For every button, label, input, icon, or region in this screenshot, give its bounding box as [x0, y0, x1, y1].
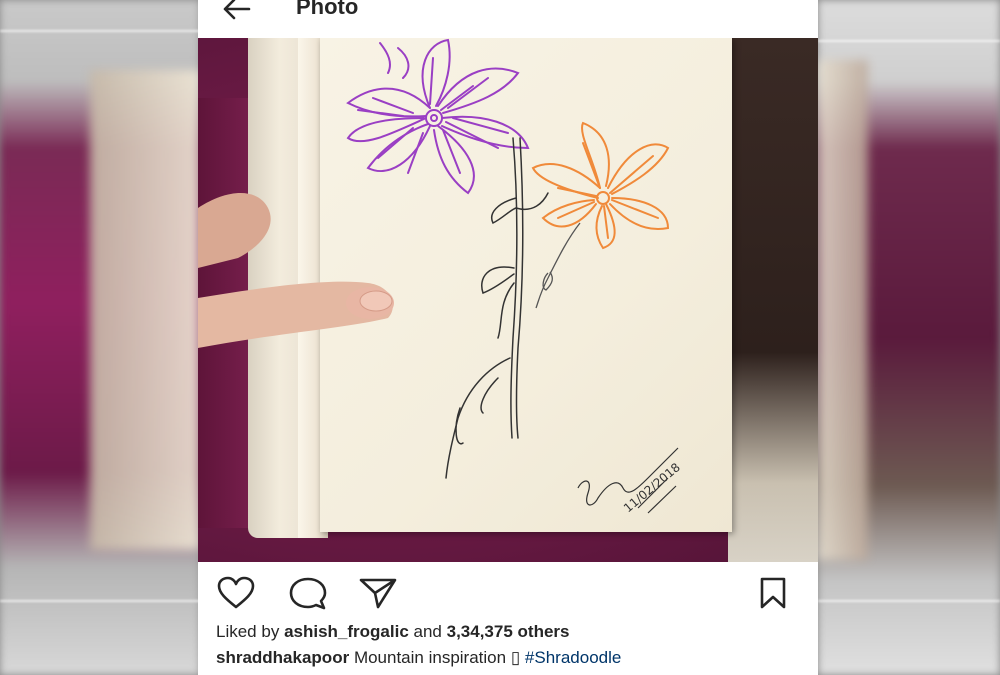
share-button[interactable]: [358, 576, 397, 610]
orange-flower-stem: [535, 222, 581, 309]
back-button[interactable]: [218, 0, 254, 24]
action-bar: [198, 572, 818, 614]
flower-stem: [445, 137, 549, 479]
caption-emoji: ▯: [510, 648, 521, 667]
likes-summary: Liked by ashish_frogalic and 3,34,375 ot…: [216, 622, 569, 642]
hand: [198, 193, 394, 348]
background-streak: [0, 600, 200, 602]
heart-icon: [217, 576, 255, 609]
caption-hashtag-link[interactable]: #Shradoodle: [525, 648, 621, 667]
background-streak: [818, 40, 1000, 42]
liked-by-user-link[interactable]: ashish_frogalic: [284, 622, 409, 641]
bookmark-icon: [760, 577, 786, 609]
background-streak: [0, 30, 200, 32]
page-title: Photo: [296, 0, 359, 19]
liked-and-label: and: [413, 622, 442, 641]
background-right-paper: [818, 60, 868, 560]
like-button[interactable]: [216, 576, 255, 610]
comment-button[interactable]: [288, 576, 327, 610]
caption-username-link[interactable]: shraddhakapoor: [216, 648, 349, 667]
orange-flower: [531, 121, 670, 250]
post-photo[interactable]: 11/02/2018: [198, 38, 818, 562]
post-caption: shraddhakapoor Mountain inspiration ▯ #S…: [216, 648, 621, 668]
save-button[interactable]: [758, 576, 794, 610]
send-icon: [359, 578, 397, 609]
top-bar: Photo: [198, 0, 818, 38]
likes-count-link[interactable]: 3,34,375 others: [447, 622, 570, 641]
arrow-left-icon: [223, 0, 251, 20]
liked-by-label: Liked by: [216, 622, 280, 641]
signature-drawing: 11/02/2018: [577, 447, 683, 515]
post-card: Photo 11/02/2018 Liked by ashish_frogali…: [198, 0, 818, 675]
caption-text: Mountain inspiration: [353, 648, 507, 667]
background-left-paper: [90, 70, 200, 550]
background-streak: [818, 600, 1000, 602]
comment-icon: [289, 577, 327, 610]
